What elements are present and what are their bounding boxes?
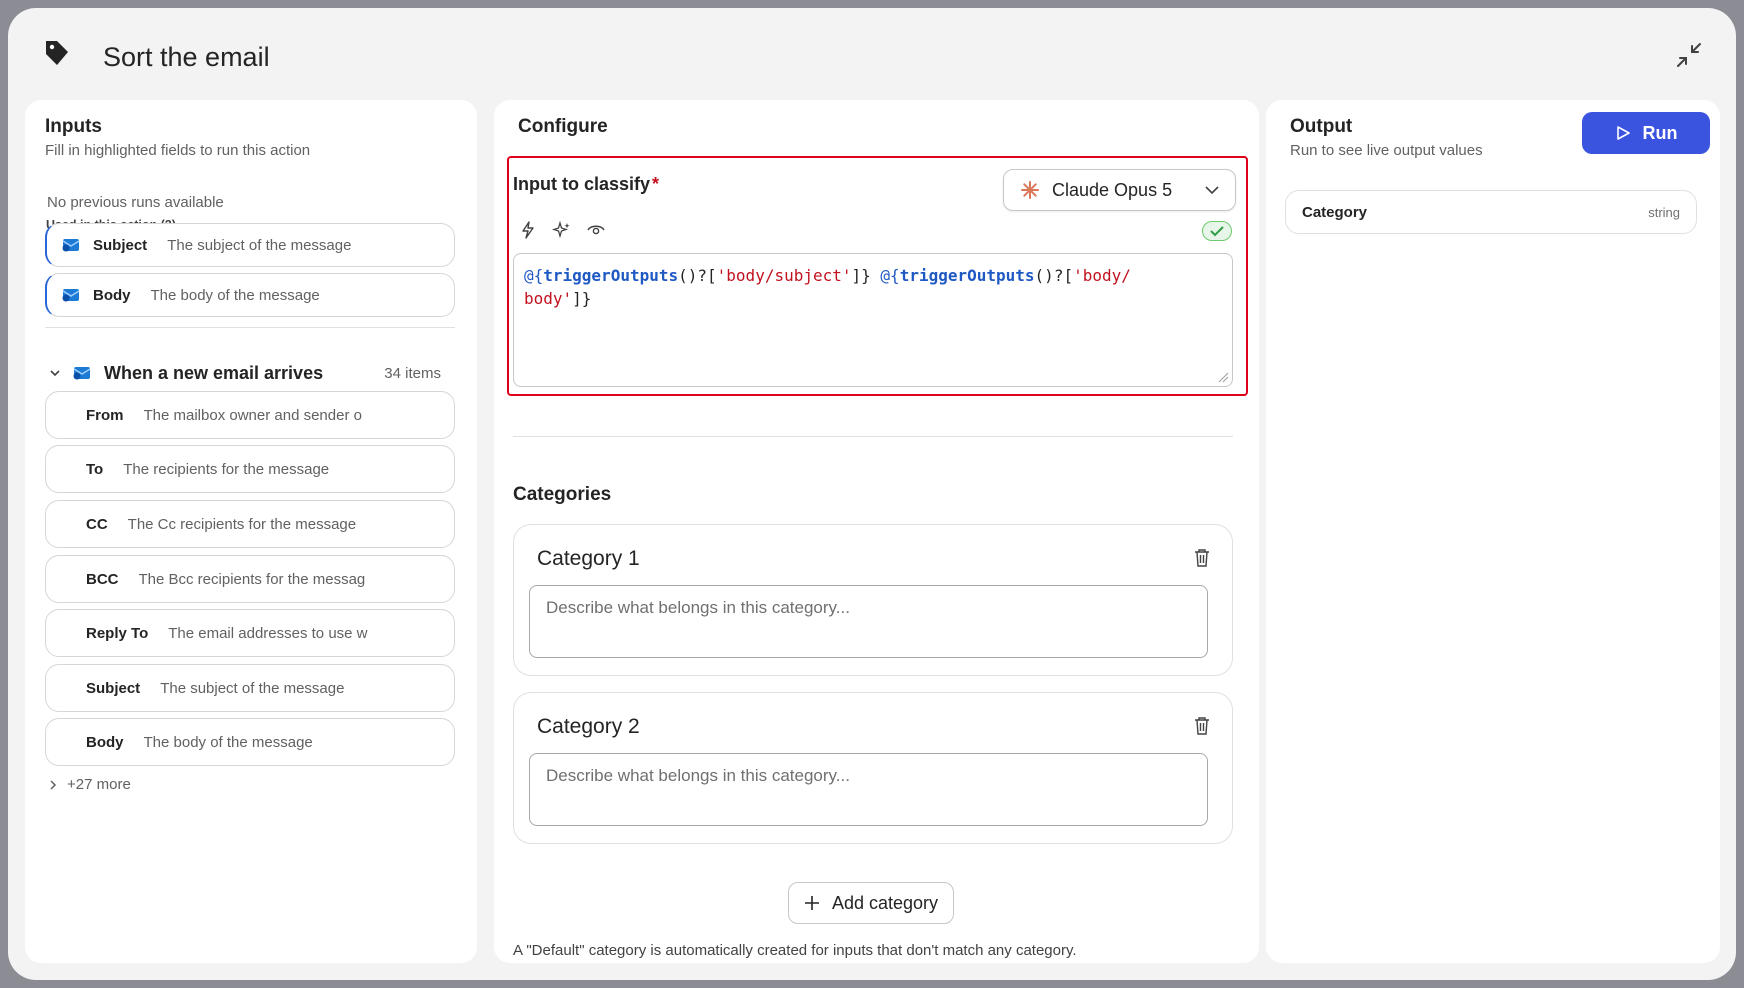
field-bcc[interactable]: BCC The Bcc recipients for the messag [45, 555, 455, 603]
field-name: To [86, 460, 104, 478]
show-more-label: +27 more [67, 776, 131, 793]
configure-title: Configure [518, 116, 608, 137]
output-panel: Output Run to see live output values Run… [1266, 100, 1720, 963]
category-title: Category 1 [537, 547, 640, 570]
plus-icon [804, 896, 819, 910]
field-description: The mailbox owner and sender o [143, 406, 362, 424]
resize-handle-icon[interactable] [1217, 371, 1229, 383]
lightning-icon[interactable] [518, 220, 538, 240]
model-select[interactable]: Claude Opus 5 [1003, 169, 1236, 211]
show-more-link[interactable]: +27 more [47, 776, 131, 793]
used-input-subject[interactable]: Subject The subject of the message [45, 223, 455, 267]
field-subject[interactable]: Subject The subject of the message [45, 664, 455, 712]
outlook-icon [73, 367, 91, 380]
input-to-classify-expression[interactable]: @{triggerOutputs()?['body/subject']} @{t… [513, 253, 1233, 387]
input-name: Body [93, 286, 131, 304]
eye-icon[interactable] [586, 220, 606, 240]
field-cc[interactable]: CC The Cc recipients for the message [45, 500, 455, 548]
input-name: Subject [93, 236, 148, 254]
trigger-group-count: 34 items [384, 364, 441, 382]
field-to[interactable]: To The recipients for the message [45, 445, 455, 493]
sparkle-icon[interactable] [552, 220, 572, 240]
field-from[interactable]: From The mailbox owner and sender o [45, 391, 455, 439]
play-icon [1616, 126, 1630, 140]
inputs-title: Inputs [45, 116, 102, 137]
tag-icon [46, 41, 68, 65]
field-name: BCC [86, 570, 119, 588]
output-field-category[interactable]: Category string [1285, 190, 1697, 234]
add-category-button[interactable]: Add category [788, 882, 954, 924]
field-reply-to[interactable]: Reply To The email addresses to use w [45, 609, 455, 657]
configure-panel: Configure Input to classify * Claude Opus… [494, 100, 1259, 963]
field-name: Subject [86, 679, 141, 697]
outlook-icon [62, 289, 80, 302]
trash-icon[interactable] [1192, 547, 1212, 569]
field-name: CC [86, 515, 108, 533]
add-category-label: Add category [831, 892, 939, 913]
inputs-panel: Inputs Fill in highlighted fields to run… [25, 100, 477, 963]
no-runs-text: No previous runs available [47, 194, 224, 211]
chevron-right-icon [50, 779, 57, 790]
chevron-down-icon [50, 370, 60, 377]
claude-icon [1021, 181, 1039, 199]
dialog-header: Sort the email [8, 8, 1736, 104]
used-input-body[interactable]: Body The body of the message [45, 273, 455, 317]
input-description: The body of the message [150, 286, 320, 304]
divider [45, 327, 455, 328]
collapse-icon[interactable] [1672, 38, 1706, 72]
output-subtitle: Run to see live output values [1290, 142, 1483, 159]
field-name: From [86, 406, 124, 424]
dialog-title: Sort the email [103, 42, 270, 72]
expression-line-2: body']} [524, 289, 592, 308]
field-description: The Bcc recipients for the messag [138, 570, 366, 588]
category-card-1: Category 1 Describe what belongs in this… [513, 524, 1233, 676]
validation-check-icon [1202, 221, 1232, 241]
field-description: The body of the message [143, 733, 313, 751]
category-description-input[interactable]: Describe what belongs in this category..… [529, 585, 1208, 658]
outlook-icon [62, 239, 80, 252]
input-to-classify-text: Input to classify [513, 174, 651, 194]
category-title: Category 2 [537, 715, 640, 738]
field-description: The email addresses to use w [168, 624, 368, 642]
trigger-group-header[interactable]: When a new email arrives 34 items [45, 358, 455, 388]
field-description: The subject of the message [160, 679, 345, 697]
output-title: Output [1290, 116, 1353, 137]
chevron-down-icon [1205, 186, 1219, 195]
field-name: Reply To [86, 624, 149, 642]
input-description: The subject of the message [167, 236, 352, 254]
run-label: Run [1642, 122, 1678, 143]
category-card-2: Category 2 Describe what belongs in this… [513, 692, 1233, 844]
default-category-note: A "Default" category is automatically cr… [513, 942, 1077, 959]
category-description-input[interactable]: Describe what belongs in this category..… [529, 753, 1208, 826]
field-description: The recipients for the message [123, 460, 330, 478]
required-marker: * [652, 174, 660, 194]
field-description: The Cc recipients for the message [127, 515, 357, 533]
categories-heading: Categories [513, 484, 612, 505]
expression-line-1: @{triggerOutputs()?['body/subject']} @{t… [524, 266, 1131, 285]
field-name: Body [86, 733, 124, 751]
inputs-subtitle: Fill in highlighted fields to run this a… [45, 142, 311, 159]
run-button[interactable]: Run [1582, 112, 1710, 154]
output-field-type: string [1648, 204, 1680, 220]
trigger-group-title: When a new email arrives [104, 362, 324, 383]
field-body[interactable]: Body The body of the message [45, 718, 455, 766]
action-dialog: Sort the email Inputs Fill in highlighte… [8, 8, 1736, 980]
trash-icon[interactable] [1192, 715, 1212, 737]
input-to-classify-label: Input to classify * [513, 174, 659, 195]
output-field-name: Category [1302, 203, 1368, 221]
divider [513, 436, 1233, 437]
model-name: Claude Opus 5 [1052, 179, 1173, 200]
